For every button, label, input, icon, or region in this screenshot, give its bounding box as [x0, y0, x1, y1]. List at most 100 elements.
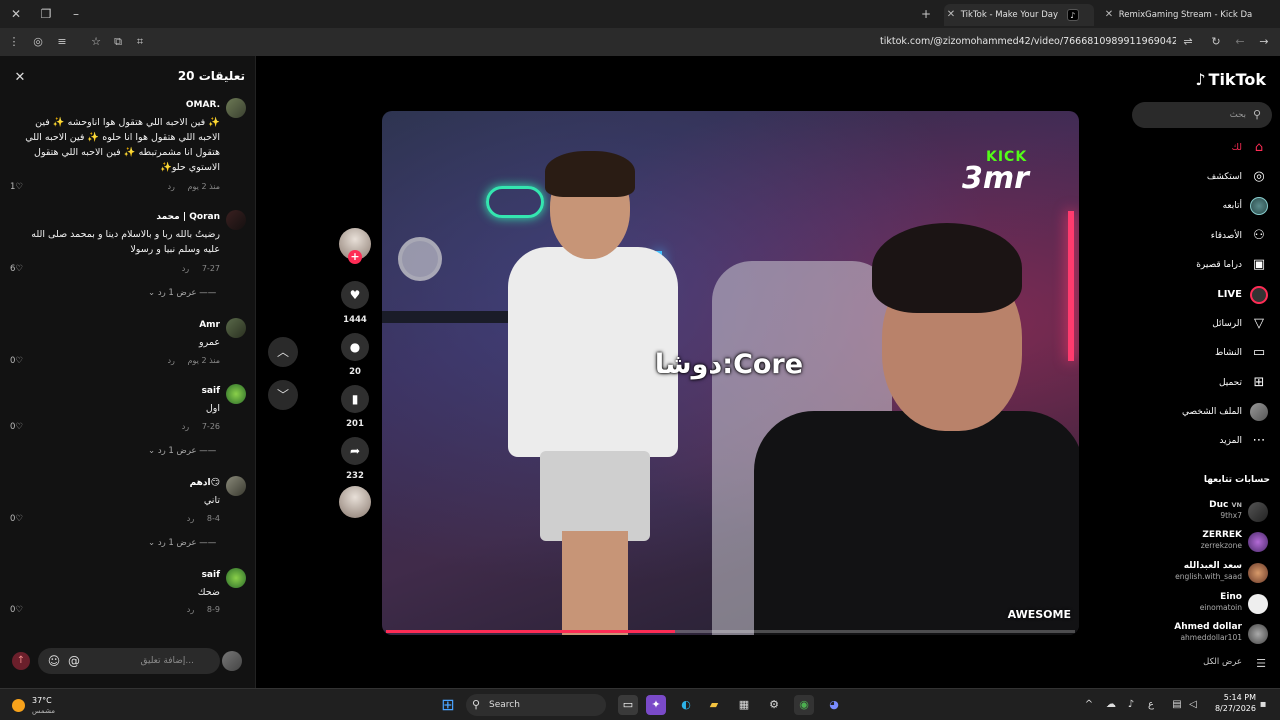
chevron-up-icon[interactable]: ^: [1082, 698, 1096, 712]
comment-username[interactable]: ادهم😏: [190, 478, 220, 488]
nav-short-drama[interactable]: دراما قصيرة ▣: [1130, 253, 1270, 277]
tiktok-logo[interactable]: ♪ TikTok: [1193, 70, 1266, 94]
following-account[interactable]: Duc VN 9thx7: [1130, 500, 1270, 526]
window-close-icon[interactable]: ✕: [8, 6, 24, 22]
like-count[interactable]: 1♡: [10, 182, 23, 192]
clock-date[interactable]: 8/27/2026: [1215, 704, 1256, 713]
comment-username[interactable]: saif: [202, 570, 220, 580]
previous-video-button[interactable]: ︿: [268, 337, 298, 367]
url-field[interactable]: tiktok.com/@zizomohammed42/video/7666810…: [880, 28, 1176, 56]
window-restore-icon[interactable]: ❐: [38, 6, 54, 22]
nav-explore[interactable]: استكشف ◎: [1130, 165, 1270, 189]
chrome-icon[interactable]: ◉: [794, 695, 814, 715]
lens-icon[interactable]: ⌗: [132, 34, 148, 50]
like-count[interactable]: 0♡: [10, 356, 23, 366]
see-all-button[interactable]: عرض الكل ☰: [1130, 657, 1270, 673]
reload-icon[interactable]: ↻: [1208, 34, 1224, 50]
nav-more[interactable]: المزيد ⋯: [1130, 429, 1270, 453]
share-button[interactable]: ➦: [341, 437, 369, 465]
search-icon[interactable]: ⚲: [1250, 108, 1264, 122]
edge-icon[interactable]: ◐: [676, 695, 696, 715]
extensions-icon[interactable]: ≡: [54, 34, 70, 50]
avatar[interactable]: [226, 318, 246, 338]
nav-following[interactable]: أتابعه: [1130, 194, 1270, 218]
windows-start-icon[interactable]: ⊞: [438, 695, 458, 715]
nav-profile[interactable]: الملف الشخصي: [1130, 400, 1270, 424]
bookmark-star-icon[interactable]: ☆: [88, 34, 104, 50]
forward-icon[interactable]: ←: [1232, 34, 1248, 50]
comment-username[interactable]: saif: [202, 386, 220, 396]
nav-activity[interactable]: النشاط ▭: [1130, 341, 1270, 365]
close-icon[interactable]: ✕: [12, 70, 28, 86]
tab-close-icon[interactable]: ✕: [944, 4, 958, 26]
like-count[interactable]: 0♡: [10, 605, 23, 615]
comment-username[interactable]: محمد | Qoran: [156, 212, 220, 222]
microphone-icon[interactable]: ♪: [1124, 698, 1138, 712]
view-replies-button[interactable]: ⌄ عرض 1 رد ——: [148, 288, 216, 298]
comment-username[interactable]: OMAR.: [186, 100, 220, 110]
avatar[interactable]: [226, 384, 246, 404]
video-progress-bar[interactable]: [386, 630, 1075, 633]
comment-button[interactable]: ●: [341, 333, 369, 361]
avatar[interactable]: [226, 568, 246, 588]
reply-button[interactable]: رد: [182, 264, 189, 273]
settings-gear-icon[interactable]: ⚙: [764, 695, 784, 715]
video-player[interactable]: KICK 3mr دوشا:Core AWESOME: [382, 111, 1079, 635]
send-arrow-icon[interactable]: ↑: [12, 652, 30, 670]
following-account[interactable]: سعد العبدالله english.with_saad: [1130, 561, 1270, 587]
new-tab-icon[interactable]: +: [918, 6, 934, 22]
next-video-button[interactable]: ﹀: [268, 380, 298, 410]
language-indicator[interactable]: ع: [1144, 698, 1158, 712]
follow-plus-icon[interactable]: +: [348, 250, 362, 264]
nav-upload[interactable]: تحميل ⊞: [1130, 371, 1270, 395]
following-account[interactable]: ZERREK zerrekzone: [1130, 530, 1270, 556]
avatar[interactable]: [226, 98, 246, 118]
like-count[interactable]: 0♡: [10, 422, 23, 432]
clock-time[interactable]: 5:14 PM: [1224, 693, 1256, 702]
search-input[interactable]: بحث ⚲: [1132, 102, 1272, 128]
window-minimize-icon[interactable]: –: [68, 6, 84, 22]
discord-icon[interactable]: ◕: [824, 695, 844, 715]
task-view-icon[interactable]: ▭: [618, 695, 638, 715]
onedrive-icon[interactable]: ☁: [1104, 698, 1118, 712]
view-replies-button[interactable]: ⌄ عرض 1 رد ——: [148, 446, 216, 456]
profile-icon[interactable]: ◎: [30, 34, 46, 50]
tab-close-icon[interactable]: ✕: [1102, 4, 1116, 26]
reply-button[interactable]: رد: [187, 514, 194, 523]
music-disc-avatar[interactable]: [339, 486, 371, 518]
following-account[interactable]: Ahmed dollar ahmeddollar101: [1130, 622, 1270, 648]
weather-widget[interactable]: 37°C مشمس: [10, 693, 90, 717]
store-icon[interactable]: ▦: [734, 695, 754, 715]
notification-bell-icon[interactable]: ▪: [1256, 698, 1270, 712]
like-button[interactable]: ♥: [341, 281, 369, 309]
reply-button[interactable]: رد: [167, 182, 174, 191]
share-icon[interactable]: ⧉: [110, 34, 126, 50]
emoji-icon[interactable]: ☺: [46, 653, 62, 669]
like-count[interactable]: 6♡: [10, 264, 23, 274]
reply-button[interactable]: رد: [187, 605, 194, 614]
menu-dots-icon[interactable]: ⋮: [6, 34, 22, 50]
tab-tiktok[interactable]: ✕ TikTok - Make Your Day ♪: [944, 4, 1094, 26]
view-replies-button[interactable]: ⌄ عرض 1 رد ——: [148, 538, 216, 548]
tab-kick[interactable]: ✕ RemixGaming Stream - Kick Da K: [1102, 4, 1252, 26]
taskbar-search[interactable]: ⚲ Search: [466, 694, 606, 716]
file-explorer-icon[interactable]: ▰: [704, 695, 724, 715]
volume-icon[interactable]: ◁: [1186, 698, 1200, 712]
back-icon[interactable]: →: [1256, 34, 1272, 50]
nav-live[interactable]: LIVE: [1130, 283, 1270, 307]
nav-messages[interactable]: الرسائل ▽: [1130, 312, 1270, 336]
nav-for-you[interactable]: لك ⌂: [1130, 136, 1270, 160]
avatar[interactable]: [226, 210, 246, 230]
following-account[interactable]: Eino einomatoin: [1130, 592, 1270, 618]
reply-button[interactable]: رد: [167, 356, 174, 365]
copilot-icon[interactable]: ✦: [646, 695, 666, 715]
save-button[interactable]: ▮: [341, 385, 369, 413]
nav-friends[interactable]: الأصدقاء ⚇: [1130, 224, 1270, 248]
reply-button[interactable]: رد: [182, 422, 189, 431]
mention-icon[interactable]: @: [66, 653, 82, 669]
like-count[interactable]: 0♡: [10, 514, 23, 524]
network-icon[interactable]: ▤: [1170, 698, 1184, 712]
comment-username[interactable]: Amr: [199, 320, 220, 330]
avatar[interactable]: [226, 476, 246, 496]
site-settings-icon[interactable]: ⇌: [1180, 34, 1196, 50]
